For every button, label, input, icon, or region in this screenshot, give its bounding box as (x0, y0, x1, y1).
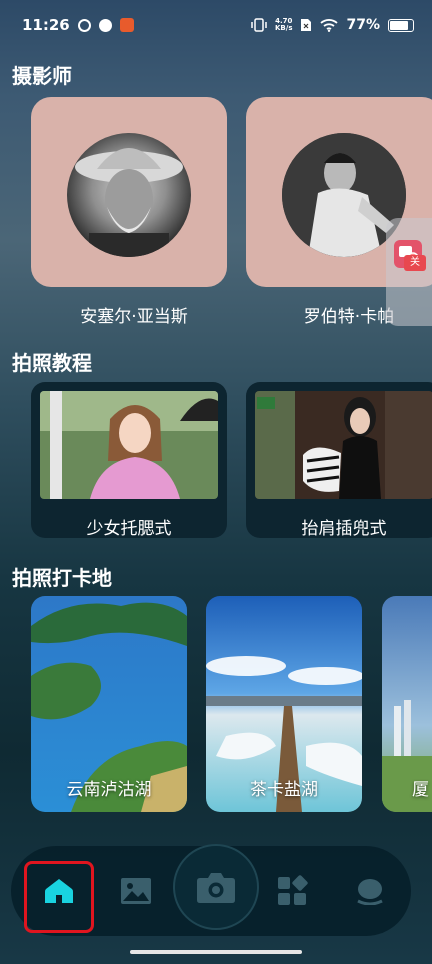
photographer-avatar (67, 133, 191, 257)
status-bar: 11:26 4.70 KB/s 77% (0, 0, 432, 50)
tutorial-label: 少女托腮式 (86, 519, 172, 538)
spot-card[interactable]: 云南泸沽湖 (31, 596, 187, 812)
battery-icon (388, 18, 414, 32)
sim-icon (301, 19, 312, 31)
tutorial-card[interactable]: 抬肩插兜式 (246, 382, 432, 538)
photographer-card[interactable] (31, 97, 227, 287)
nav-apps[interactable] (262, 846, 322, 936)
selection-highlight (24, 861, 94, 933)
nav-gallery[interactable] (106, 846, 166, 936)
tutorial-image (40, 391, 218, 499)
spot-card[interactable]: 茶卡盐湖 (206, 596, 362, 812)
apps-icon (278, 875, 308, 905)
battery-percent: 77% (346, 17, 380, 33)
tutorial-card[interactable]: 少女托腮式 (31, 382, 227, 538)
camera-icon (197, 873, 235, 903)
status-time: 11:26 (22, 16, 70, 34)
tutorial-label: 抬肩插兜式 (301, 519, 387, 538)
spot-card[interactable]: 厦 (382, 596, 432, 812)
portrait-image (75, 148, 183, 257)
net-speed: 4.70 KB/s (275, 17, 293, 32)
vibrate-icon (251, 18, 267, 32)
floating-assistant-widget[interactable]: 关 (386, 218, 432, 326)
app-notification-icon (98, 18, 112, 32)
notification-icon (77, 18, 91, 32)
tutorial-image (255, 391, 432, 499)
home-indicator (130, 950, 302, 954)
app-badge-icon (119, 18, 134, 32)
section-title-spots: 拍照打卡地 (12, 566, 112, 590)
spot-label: 茶卡盐湖 (250, 780, 318, 800)
close-tag[interactable]: 关 (404, 255, 426, 271)
spot-label: 云南泸沽湖 (66, 780, 152, 800)
section-title-photographers: 摄影师 (12, 64, 72, 88)
bottom-nav (11, 844, 411, 936)
wifi-icon (320, 19, 339, 32)
spot-label: 厦 (412, 780, 429, 800)
photographer-name: 安塞尔·亚当斯 (80, 307, 188, 327)
gallery-icon (121, 878, 151, 904)
nav-profile[interactable] (340, 846, 400, 936)
profile-icon (357, 879, 383, 905)
camera-button[interactable] (173, 844, 259, 930)
section-title-tutorials: 拍照教程 (12, 351, 92, 375)
